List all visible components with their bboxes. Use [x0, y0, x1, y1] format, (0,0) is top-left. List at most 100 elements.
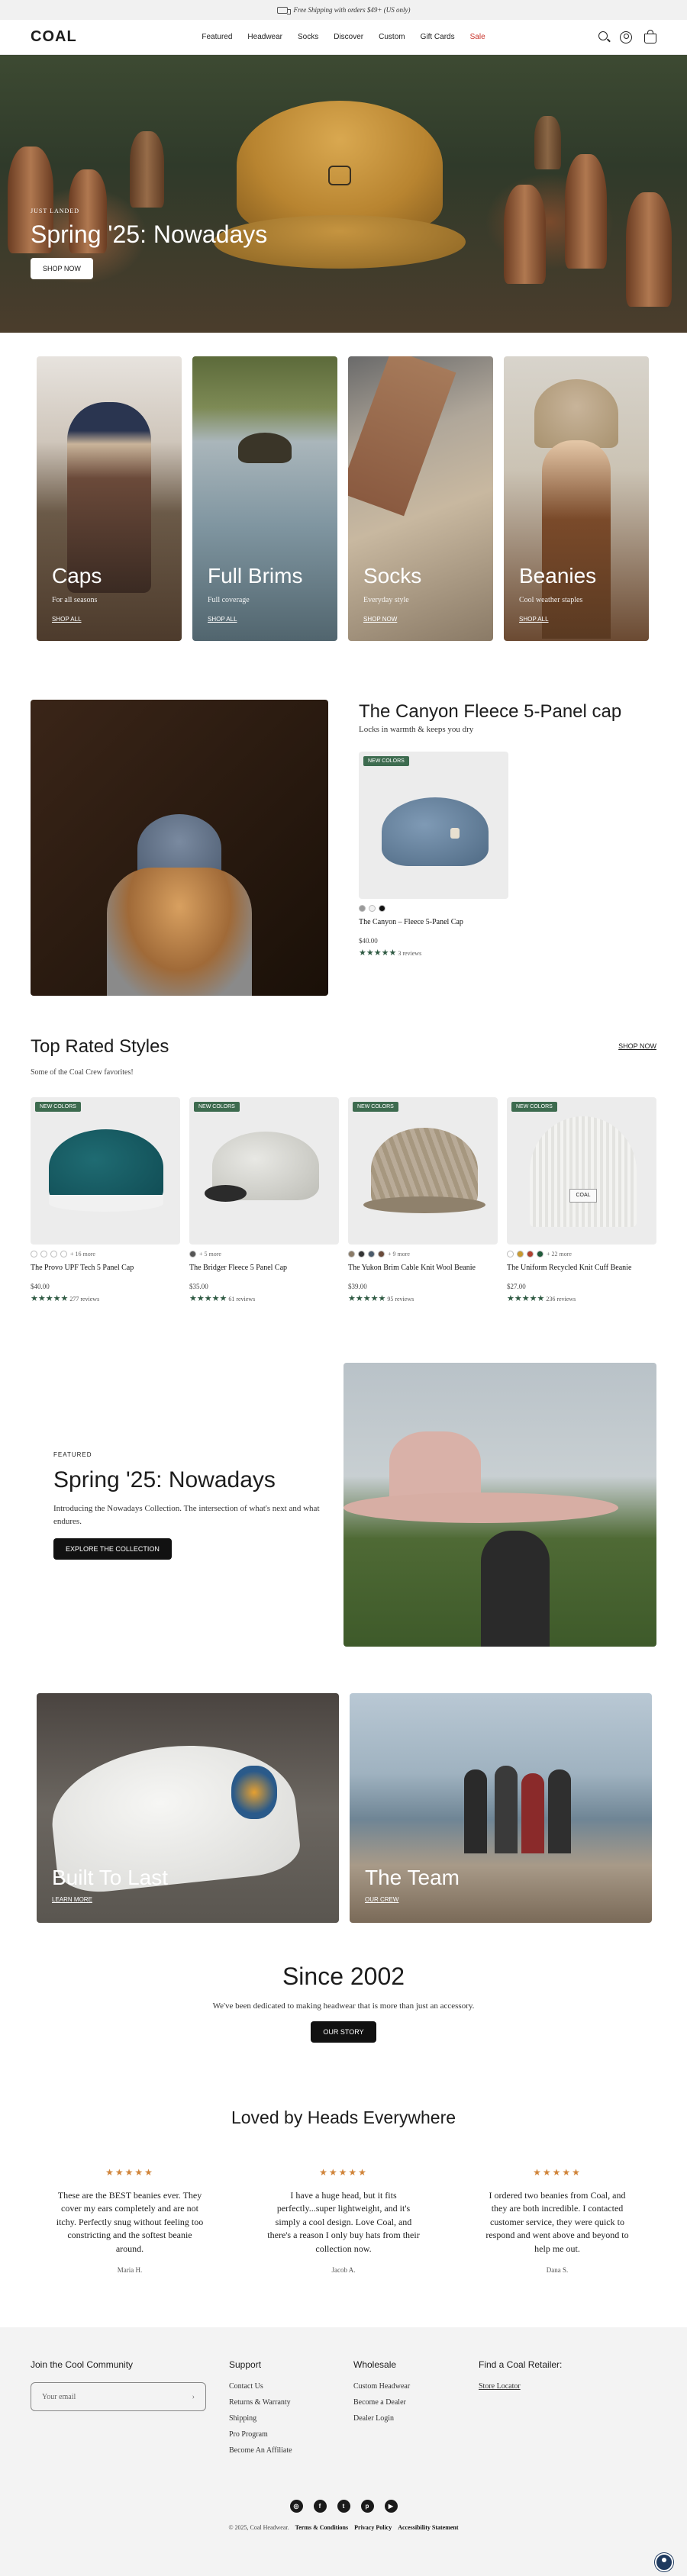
more-colors[interactable]: + 5 more [199, 1251, 221, 1257]
account-icon[interactable] [620, 31, 632, 43]
privacy-link[interactable]: Privacy Policy [354, 2524, 392, 2531]
color-swatch[interactable] [368, 1251, 375, 1257]
nav-headwear[interactable]: Headwear [247, 33, 282, 41]
product-name[interactable]: The Bridger Fleece 5 Panel Cap [189, 1264, 339, 1272]
arrow-right-icon[interactable]: › [192, 2393, 195, 2401]
support-title: Support [229, 2359, 262, 2370]
color-swatch[interactable] [507, 1251, 514, 1257]
category-caps[interactable]: Caps For all seasons SHOP ALL [37, 356, 182, 641]
truck-icon [276, 6, 291, 14]
color-swatch[interactable] [527, 1251, 534, 1257]
explore-collection-button[interactable]: EXPLORE THE COLLECTION [53, 1538, 172, 1560]
category-full-brims[interactable]: Full Brims Full coverage SHOP ALL [192, 356, 337, 641]
footer-link[interactable]: Returns & Warranty [229, 2398, 292, 2407]
legal-bar: © 2025, Coal Headwear. Terms & Condition… [0, 2524, 687, 2531]
facebook-icon[interactable]: f [313, 2500, 327, 2513]
review-count: 3 reviews [398, 950, 422, 957]
twitter-icon[interactable]: t [337, 2500, 350, 2513]
top-rated-shop-now-link[interactable]: SHOP NOW [618, 1042, 656, 1050]
hero-shop-now-button[interactable]: SHOP NOW [31, 258, 93, 279]
footer-link[interactable]: Shipping [229, 2414, 292, 2423]
footer-link[interactable]: Custom Headwear [353, 2382, 410, 2391]
hero-banner: JUST LANDED Spring '25: Nowadays SHOP NO… [0, 55, 687, 333]
featured-product-card[interactable]: NEW COLORS The Canyon – Fleece 5-Panel C… [359, 752, 508, 958]
color-swatch[interactable] [60, 1251, 67, 1257]
color-swatch[interactable] [348, 1251, 355, 1257]
category-beanies[interactable]: Beanies Cool weather staples SHOP ALL [504, 356, 649, 641]
tile-title: Built To Last [52, 1866, 169, 1889]
product-image[interactable]: NEW COLORS [348, 1097, 498, 1245]
product-name[interactable]: The Uniform Recycled Knit Cuff Beanie [507, 1264, 656, 1272]
footer-link[interactable]: Become a Dealer [353, 2398, 410, 2407]
color-swatch[interactable] [378, 1251, 385, 1257]
search-icon[interactable] [598, 31, 608, 40]
nav-discover[interactable]: Discover [334, 33, 363, 41]
more-colors[interactable]: + 9 more [388, 1251, 410, 1257]
category-title: Socks [363, 564, 422, 588]
tile-link[interactable]: OUR CREW [365, 1896, 398, 1903]
category-link[interactable]: SHOP NOW [363, 616, 397, 623]
category-link[interactable]: SHOP ALL [52, 616, 82, 623]
footer-link[interactable]: Dealer Login [353, 2414, 410, 2423]
nav-socks[interactable]: Socks [298, 33, 318, 41]
footer-link[interactable]: Become An Affiliate [229, 2446, 292, 2455]
logo[interactable]: COAL [31, 28, 168, 46]
more-colors[interactable]: + 16 more [70, 1251, 95, 1257]
tile-link[interactable]: LEARN MORE [52, 1896, 92, 1903]
color-swatch[interactable] [369, 905, 376, 912]
terms-link[interactable]: Terms & Conditions [295, 2524, 349, 2531]
color-swatch[interactable] [358, 1251, 365, 1257]
product-image[interactable]: NEW COLORS COAL [507, 1097, 656, 1245]
accessibility-icon[interactable] [655, 2553, 673, 2571]
color-swatch[interactable] [189, 1251, 196, 1257]
product-name[interactable]: The Canyon – Fleece 5-Panel Cap [359, 918, 508, 926]
nav-sale[interactable]: Sale [470, 33, 485, 41]
footer-link[interactable]: Pro Program [229, 2430, 292, 2439]
color-swatch[interactable] [517, 1251, 524, 1257]
color-swatch[interactable] [50, 1251, 57, 1257]
category-link[interactable]: SHOP ALL [519, 616, 549, 623]
since-text: We've been dedicated to making headwear … [212, 2001, 475, 2011]
star-icon: ★★★★★ [105, 2167, 154, 2178]
category-socks[interactable]: Socks Everyday style SHOP NOW [348, 356, 493, 641]
our-story-button[interactable]: OUR STORY [311, 2021, 376, 2043]
product-card[interactable]: NEW COLORS COAL + 22 more The Uniform Re… [507, 1097, 656, 1303]
product-card[interactable]: NEW COLORS + 5 more The Bridger Fleece 5… [189, 1097, 339, 1303]
nav-custom[interactable]: Custom [379, 33, 405, 41]
main-nav: Featured Headwear Socks Discover Custom … [168, 33, 519, 41]
product-card[interactable]: NEW COLORS + 9 more The Yukon Brim Cable… [348, 1097, 498, 1303]
product-image[interactable]: NEW COLORS [31, 1097, 180, 1245]
accessibility-link[interactable]: Accessibility Statement [398, 2524, 458, 2531]
chess-piece [534, 116, 561, 169]
the-team-tile[interactable]: The Team OUR CREW [350, 1693, 652, 1923]
email-field[interactable]: Your email › [31, 2382, 206, 2411]
cart-icon[interactable] [644, 29, 656, 43]
product-image[interactable]: NEW COLORS [189, 1097, 339, 1245]
youtube-icon[interactable]: ▶ [384, 2500, 398, 2513]
review-card: ★★★★★ These are the BEST beanies ever. T… [53, 2167, 206, 2274]
email-placeholder: Your email [42, 2392, 76, 2401]
product-card[interactable]: NEW COLORS + 16 more The Provo UPF Tech … [31, 1097, 180, 1303]
chess-piece [130, 131, 164, 208]
nav-gift-cards[interactable]: Gift Cards [421, 33, 455, 41]
category-link[interactable]: SHOP ALL [208, 616, 237, 623]
instagram-icon[interactable]: ◎ [289, 2500, 303, 2513]
built-to-last-tile[interactable]: Built To Last LEARN MORE [37, 1693, 339, 1923]
more-colors[interactable]: + 22 more [547, 1251, 572, 1257]
footer-link[interactable]: Contact Us [229, 2382, 292, 2391]
color-swatch[interactable] [379, 905, 385, 912]
store-locator-link[interactable]: Store Locator [479, 2382, 562, 2391]
star-icon: ★★★★★ [507, 1294, 545, 1303]
product-name[interactable]: The Yukon Brim Cable Knit Wool Beanie [348, 1264, 498, 1272]
color-swatch[interactable] [537, 1251, 543, 1257]
color-swatch[interactable] [40, 1251, 47, 1257]
product-image[interactable]: NEW COLORS [359, 752, 508, 899]
color-swatch[interactable] [359, 905, 366, 912]
color-swatch[interactable] [31, 1251, 37, 1257]
nav-featured[interactable]: Featured [202, 33, 232, 41]
category-subtitle: For all seasons [52, 596, 98, 604]
pinterest-icon[interactable]: p [360, 2500, 374, 2513]
product-name[interactable]: The Provo UPF Tech 5 Panel Cap [31, 1264, 180, 1272]
tile-title: The Team [365, 1866, 460, 1889]
since-section: Since 2002 We've been dedicated to makin… [0, 1963, 687, 2043]
